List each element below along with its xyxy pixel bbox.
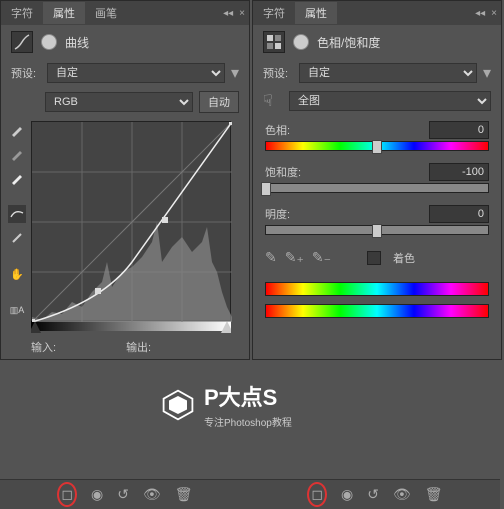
watermark-logo: P大点S 专注Photoshop教程 xyxy=(160,380,292,429)
eyedropper-gray-icon[interactable] xyxy=(8,145,26,163)
colorize-checkbox[interactable] xyxy=(367,251,381,265)
view-previous-icon-r[interactable]: ◉ xyxy=(341,486,353,503)
eyedropper-white-icon[interactable] xyxy=(8,169,26,187)
spectrum-bottom xyxy=(265,304,489,318)
input-label: 输入: xyxy=(31,339,56,355)
close-icon-r[interactable]: × xyxy=(491,8,497,19)
trash-icon[interactable]: 🗑 xyxy=(175,486,193,503)
close-icon[interactable]: × xyxy=(239,8,245,19)
clip-to-layer-icon-r[interactable]: ◻ xyxy=(307,482,327,507)
preset-menu-icon[interactable]: ▾ xyxy=(231,63,239,83)
hue-slider[interactable] xyxy=(265,141,489,151)
eyedropper-black-icon[interactable] xyxy=(8,121,26,139)
hue-sat-adjustment-icon xyxy=(263,31,285,53)
logo-subtitle: 专注Photoshop教程 xyxy=(204,414,292,429)
tab-brush[interactable]: 画笔 xyxy=(85,2,127,24)
logo-icon xyxy=(160,387,196,423)
output-value xyxy=(171,339,201,355)
view-previous-icon[interactable]: ◉ xyxy=(91,486,103,503)
input-value xyxy=(76,339,106,355)
footer-left: ◻ ◉ ↺ 👁 🗑 xyxy=(0,479,250,509)
saturation-label: 饱和度: xyxy=(265,164,301,180)
preset-label-r: 预设: xyxy=(263,65,293,81)
hue-input[interactable] xyxy=(429,121,489,139)
colorize-label: 着色 xyxy=(393,250,415,266)
saturation-slider[interactable] xyxy=(265,183,489,193)
input-gradient[interactable] xyxy=(31,321,231,333)
collapse-icon[interactable]: ◂◂ xyxy=(223,8,233,19)
footer-right: ◻ ◉ ↺ 👁 🗑 xyxy=(250,479,500,509)
curve-point-tool-icon[interactable] xyxy=(8,205,26,223)
saturation-input[interactable] xyxy=(429,163,489,181)
lightness-input[interactable] xyxy=(429,205,489,223)
tab-character-r[interactable]: 字符 xyxy=(253,2,295,24)
clip-histogram-icon[interactable]: ▥A xyxy=(8,301,26,319)
curves-adjustment-icon xyxy=(11,31,33,53)
preset-label: 预设: xyxy=(11,65,41,81)
lightness-label: 明度: xyxy=(265,206,290,222)
visibility-icon-r[interactable]: 👁 xyxy=(393,486,411,503)
lightness-slider[interactable] xyxy=(265,225,489,235)
tab-bar-left: 字符 属性 画笔 ◂◂ × xyxy=(1,1,249,25)
curve-graph[interactable] xyxy=(31,121,231,321)
auto-button[interactable]: 自动 xyxy=(199,91,239,113)
reset-icon-r[interactable]: ↺ xyxy=(367,486,379,503)
output-label: 输出: xyxy=(126,339,151,355)
tab-bar-right: 字符 属性 ◂◂ × xyxy=(253,1,501,25)
trash-icon-r[interactable]: 🗑 xyxy=(425,486,443,503)
curve-pencil-tool-icon[interactable] xyxy=(8,229,26,247)
hue-label: 色相: xyxy=(265,122,290,138)
curves-panel: 字符 属性 画笔 ◂◂ × 曲线 预设: 自定 ▾ RGB 自动 xyxy=(0,0,250,360)
panel-title: 曲线 xyxy=(65,34,89,51)
eyedropper-add-icon[interactable]: ✎₊ xyxy=(285,249,304,266)
eyedropper-icon[interactable]: ✎ xyxy=(265,249,277,266)
hand-tool-icon[interactable]: ✋ xyxy=(8,265,26,283)
range-select[interactable]: 全图 xyxy=(289,91,491,111)
tab-properties[interactable]: 属性 xyxy=(43,2,85,24)
visibility-icon[interactable]: 👁 xyxy=(143,486,161,503)
collapse-icon-r[interactable]: ◂◂ xyxy=(475,8,485,19)
eyedropper-subtract-icon[interactable]: ✎₋ xyxy=(312,249,331,266)
mask-icon-r[interactable] xyxy=(293,34,309,50)
target-adjust-icon[interactable]: ☟ xyxy=(263,91,283,111)
mask-icon[interactable] xyxy=(41,34,57,50)
clip-to-layer-icon[interactable]: ◻ xyxy=(57,482,77,507)
preset-menu-icon-r[interactable]: ▾ xyxy=(483,63,491,83)
preset-select-r[interactable]: 自定 xyxy=(299,63,477,83)
tab-character[interactable]: 字符 xyxy=(1,2,43,24)
reset-icon[interactable]: ↺ xyxy=(117,486,129,503)
curves-tool-column: ✋ ▥A xyxy=(7,121,27,355)
panel-title-r: 色相/饱和度 xyxy=(317,34,380,51)
channel-select[interactable]: RGB xyxy=(45,92,193,112)
logo-text: P大点S xyxy=(204,380,292,412)
spectrum-top xyxy=(265,282,489,296)
hue-sat-panel: 字符 属性 ◂◂ × 色相/饱和度 预设: 自定 ▾ ☟ 全图 色相: xyxy=(252,0,502,360)
preset-select[interactable]: 自定 xyxy=(47,63,225,83)
tab-properties-r[interactable]: 属性 xyxy=(295,2,337,24)
